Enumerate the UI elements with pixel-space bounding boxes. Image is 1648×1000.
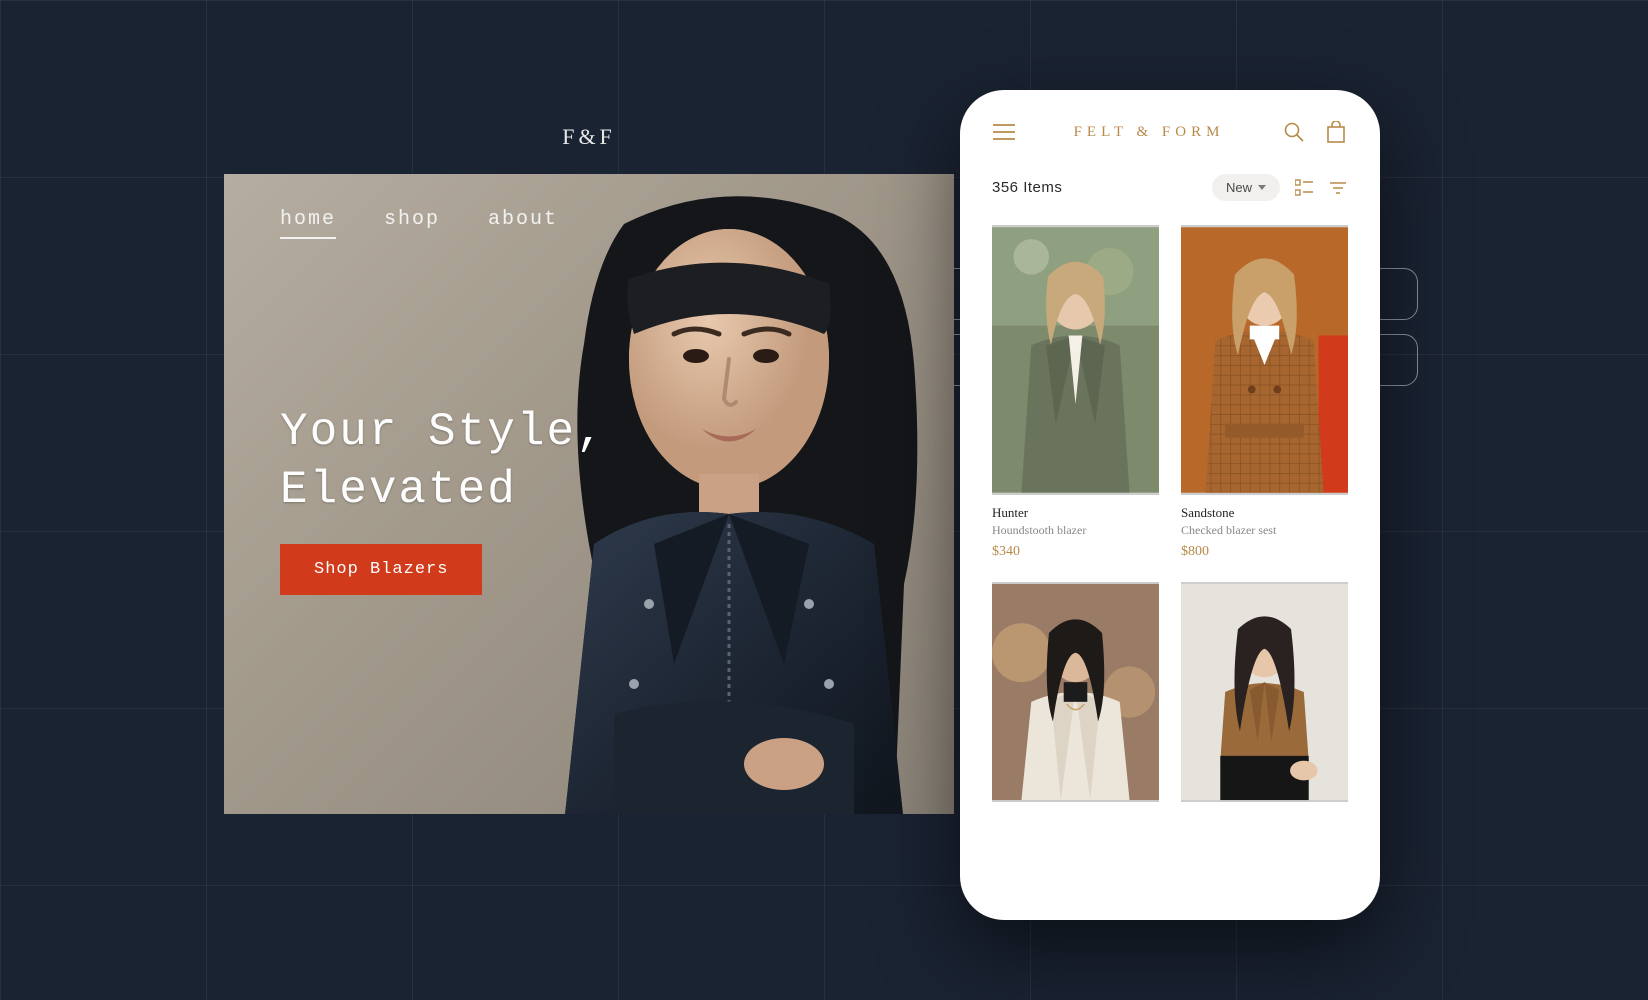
item-count: 356 Items xyxy=(992,179,1062,196)
product-name: Sandstone xyxy=(1181,505,1348,521)
filter-icon[interactable] xyxy=(1328,178,1348,198)
nav-shop[interactable]: shop xyxy=(384,208,440,239)
mobile-toolbar: 356 Items New xyxy=(992,174,1348,201)
sort-label: New xyxy=(1226,180,1252,195)
product-image xyxy=(1181,225,1348,495)
hero-image-area: home shop about Your Style, Elevated Sho… xyxy=(224,174,954,814)
hero-nav: home shop about xyxy=(280,208,558,239)
mobile-topbar-actions xyxy=(1282,120,1348,144)
product-card[interactable] xyxy=(1181,582,1348,802)
desktop-hero-card: F&F xyxy=(224,124,954,834)
nav-home[interactable]: home xyxy=(280,208,336,239)
product-description: Houndstooth blazer xyxy=(992,523,1159,538)
sort-dropdown[interactable]: New xyxy=(1212,174,1280,201)
mobile-topbar: FELT & FORM xyxy=(992,120,1348,144)
mobile-brand: FELT & FORM xyxy=(1074,124,1225,141)
product-price: $340 xyxy=(992,544,1159,560)
hamburger-icon[interactable] xyxy=(992,120,1016,144)
grid-view-icon[interactable] xyxy=(1294,178,1314,198)
product-name: Hunter xyxy=(992,505,1159,521)
mobile-device-card: FELT & FORM 356 Items New xyxy=(960,90,1380,920)
product-price: $800 xyxy=(1181,544,1348,560)
product-image xyxy=(992,225,1159,495)
shop-blazers-button[interactable]: Shop Blazers xyxy=(280,544,482,595)
chevron-down-icon xyxy=(1258,185,1266,191)
product-image xyxy=(1181,582,1348,802)
nav-about[interactable]: about xyxy=(488,208,558,239)
mobile-toolbar-controls: New xyxy=(1212,174,1348,201)
product-card[interactable] xyxy=(992,582,1159,802)
desktop-logo: F&F xyxy=(224,124,954,150)
product-card[interactable]: Sandstone Checked blazer sest $800 xyxy=(1181,225,1348,560)
search-icon[interactable] xyxy=(1282,120,1306,144)
product-image xyxy=(992,582,1159,802)
product-grid: Hunter Houndstooth blazer $340 xyxy=(992,225,1348,802)
shopping-bag-icon[interactable] xyxy=(1324,120,1348,144)
hero-headline: Your Style, Elevated xyxy=(280,404,606,519)
product-card[interactable]: Hunter Houndstooth blazer $340 xyxy=(992,225,1159,560)
product-description: Checked blazer sest xyxy=(1181,523,1348,538)
